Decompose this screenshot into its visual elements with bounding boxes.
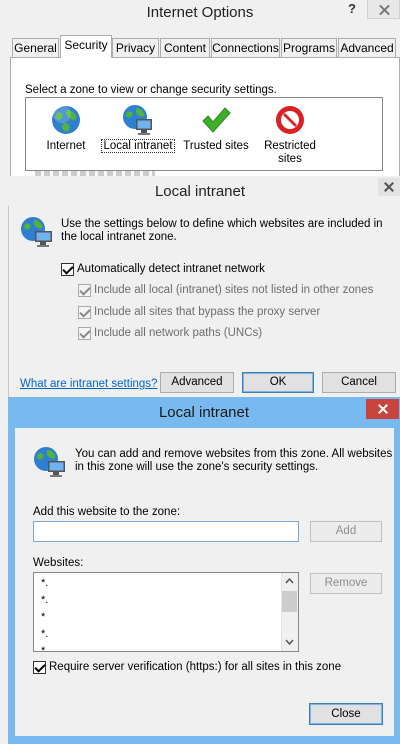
intranet-icon [123,105,152,135]
local-sites-label: Include all local (intranet) sites not l… [94,284,374,296]
advanced-button[interactable]: Advanced [160,372,234,393]
auto-detect-checkbox[interactable] [61,263,74,276]
websites-list[interactable]: *. *. * *. *. [33,572,299,652]
check-icon [202,107,231,133]
add-website-label: Add this website to the zone: [33,506,181,518]
ok-button[interactable]: OK [242,372,314,393]
zone-label: Local intranet [101,139,175,153]
tab-content[interactable]: Content [160,38,210,58]
close-button[interactable]: Close [309,703,383,725]
scrollbar-thumb[interactable] [282,591,297,612]
intranet-sites-close-button[interactable] [366,399,399,419]
tab-privacy[interactable]: Privacy [112,38,159,58]
intranet-icon [20,216,54,251]
zone-local-intranet[interactable]: Local intranet [101,104,175,153]
bypass-proxy-label: Include all sites that bypass the proxy … [94,306,321,318]
globe-icon [52,105,80,134]
add-button[interactable]: Add [310,521,382,542]
cancel-button[interactable]: Cancel [322,372,396,393]
local-sites-checkbox[interactable] [78,284,91,297]
require-verification-checkbox[interactable] [33,661,46,674]
intranet-icon [33,446,67,481]
require-verification-label: Require server verification (https:) for… [49,661,342,673]
remove-button[interactable]: Remove [310,573,382,594]
intranet-settings-close-button[interactable] [378,178,400,196]
websites-label: Websites: [33,557,84,569]
intranet-sites-frame-bottom [15,736,394,744]
auto-detect-label: Automatically detect intranet network [77,263,265,275]
list-item[interactable]: *. [41,577,48,589]
zone-label: Trusted sites [183,140,249,152]
intranet-settings-description: Use the settings below to define which w… [61,218,383,243]
scroll-up-icon[interactable] [285,577,294,586]
tab-advanced[interactable]: Advanced [338,38,396,58]
zone-instruction: Select a zone to view or change security… [25,84,277,96]
network-paths-checkbox[interactable] [78,327,91,340]
add-website-input[interactable] [33,521,299,542]
tab-general[interactable]: General [12,38,59,58]
zone-trusted-sites[interactable]: Trusted sites [180,104,252,153]
list-item[interactable]: * [41,611,45,623]
intranet-settings-help-link[interactable]: What are intranet settings? [20,378,157,390]
zone-label: Internet [46,140,86,152]
zone-restricted-sites[interactable]: Restricted sites [256,104,324,166]
help-button[interactable]: ? [348,1,356,16]
list-item[interactable]: *. [41,594,48,606]
scroll-down-icon[interactable] [285,637,294,646]
intranet-settings-title: Local intranet [154,183,246,200]
tab-connections[interactable]: Connections [211,38,280,58]
tab-programs[interactable]: Programs [281,38,337,58]
intranet-sites-title: Local intranet [158,404,250,421]
zone-internet[interactable]: Internet [34,104,98,153]
list-item[interactable]: *. [41,645,48,651]
bypass-proxy-checkbox[interactable] [78,306,91,319]
network-paths-label: Include all network paths (UNCs) [94,327,263,339]
zone-label: Restricted sites [264,140,316,165]
restricted-icon [276,106,304,134]
tab-security[interactable]: Security [60,35,112,58]
intranet-sites-description: You can add and remove websites from thi… [75,448,393,473]
internet-options-close-button[interactable] [367,0,400,19]
zone-list: Internet Local intranet Trusted sites Re… [25,97,383,171]
list-item[interactable]: *. [41,628,48,640]
internet-options-title: Internet Options [146,4,254,21]
